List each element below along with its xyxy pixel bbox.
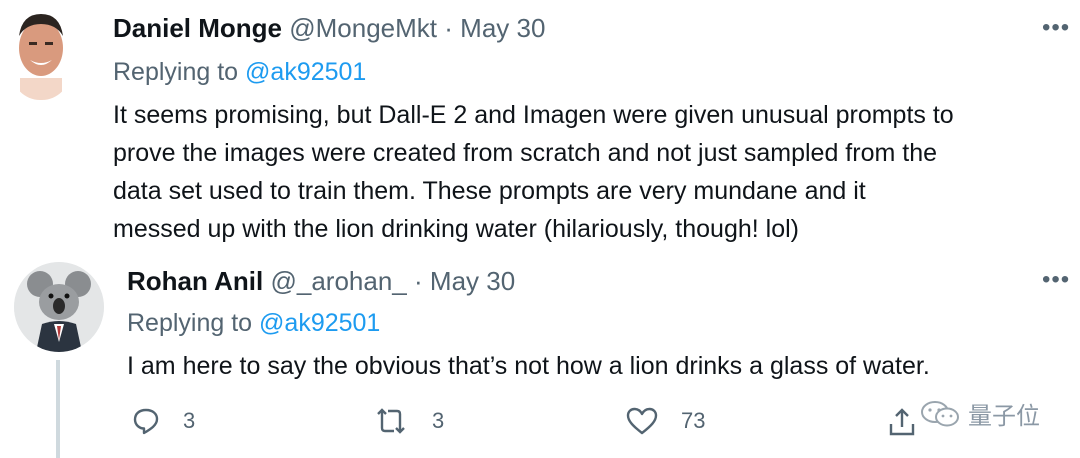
wechat-logo-icon [921, 400, 959, 426]
more-dots-icon[interactable]: ••• [1042, 266, 1070, 294]
avatar-rohan-anil[interactable] [14, 262, 104, 352]
tweet-text-line: data set used to train them. These promp… [113, 177, 866, 205]
replying-to: Replying to @ak92501 [127, 309, 380, 338]
tweet-text-line: messed up with the lion drinking water (… [113, 215, 799, 243]
author-name[interactable]: Rohan Anil [127, 266, 263, 296]
tweet-date[interactable]: May 30 [430, 266, 515, 296]
separator: · [414, 266, 423, 296]
retweet-action[interactable]: 3 [372, 406, 444, 436]
thread-connector-line [56, 360, 60, 458]
author-handle[interactable]: @MongeMkt [289, 13, 437, 43]
author-name[interactable]: Daniel Monge [113, 13, 282, 43]
reply-count: 3 [183, 408, 196, 433]
reply-action[interactable]: 3 [131, 406, 195, 436]
author-handle[interactable]: @_arohan_ [270, 266, 406, 296]
share-icon [889, 408, 915, 436]
replying-prefix: Replying to [113, 58, 239, 86]
heart-icon [626, 407, 658, 435]
like-count: 73 [681, 408, 706, 433]
mention-link[interactable]: @ak92501 [259, 309, 380, 337]
tweet-header: Daniel Monge @MongeMkt · May 30 [113, 13, 545, 44]
separator: · [444, 13, 453, 43]
retweet-count: 3 [432, 408, 445, 433]
tweet-date[interactable]: May 30 [460, 13, 545, 43]
more-dots-icon[interactable]: ••• [1042, 14, 1070, 42]
replying-prefix: Replying to [127, 309, 253, 337]
mention-link[interactable]: @ak92501 [245, 58, 366, 86]
tweet-text-line: prove the images were created from scrat… [113, 139, 937, 167]
reply-icon [133, 408, 159, 435]
tweet-text-line: It seems promising, but Dall-E 2 and Ima… [113, 101, 954, 129]
replying-to: Replying to @ak92501 [113, 58, 366, 87]
avatar-daniel-monge[interactable] [12, 8, 70, 100]
share-action[interactable] [886, 406, 918, 438]
tweet-text: It seems promising, but Dall-E 2 and Ima… [113, 96, 954, 248]
retweet-icon [377, 408, 405, 434]
like-action[interactable]: 73 [625, 406, 705, 436]
tweet-text: I am here to say the obvious that’s not … [127, 347, 930, 385]
tweet-text-line: I am here to say the obvious that’s not … [127, 352, 930, 380]
watermark: 量子位 [920, 396, 1040, 431]
watermark-text: 量子位 [968, 403, 1040, 430]
tweet-header: Rohan Anil @_arohan_ · May 30 [127, 266, 515, 297]
